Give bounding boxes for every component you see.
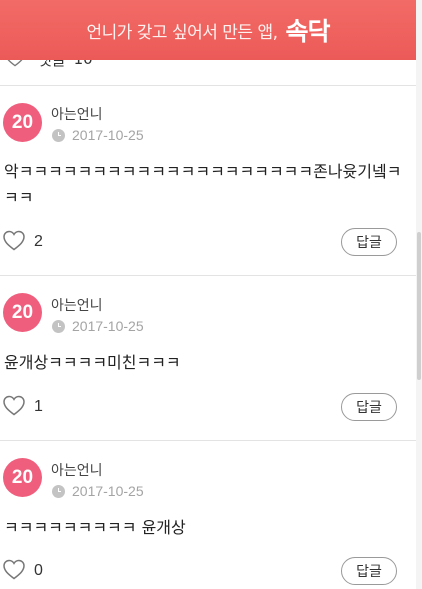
comment-date-row: 2017-10-25 (52, 127, 144, 143)
like-count: 2 (34, 233, 43, 250)
clock-icon (52, 319, 65, 333)
app-banner[interactable]: 언니가 갖고 싶어서 만든 앱, 속닥 (0, 0, 416, 60)
reply-button[interactable]: 답글 (341, 393, 397, 421)
like-button[interactable]: 2 (2, 229, 43, 255)
comment-item: 20 아는언니 2017-10-25 윤개상ㅋㅋㅋㅋ미친ㅋㅋㅋ 1 답글 (0, 276, 416, 440)
clock-icon (52, 484, 65, 498)
clock-icon (52, 128, 65, 142)
like-button[interactable]: 0 (2, 558, 43, 584)
comment-item: 20 아는언니 2017-10-25 악ㅋㅋㅋㅋㅋㅋㅋㅋㅋㅋㅋㅋㅋㅋㅋㅋㅋㅋㅋㅋ… (0, 86, 416, 275)
comment-screen: 언니가 갖고 싶어서 만든 앱, 속닥 댓글 10 20 아는언니 2017-1… (0, 0, 422, 589)
comment-date-row: 2017-10-25 (52, 318, 144, 334)
like-count: 1 (34, 398, 43, 415)
reply-button[interactable]: 답글 (341, 557, 397, 585)
comment-author[interactable]: 아는언니 (51, 460, 103, 480)
avatar[interactable]: 20 (3, 293, 42, 332)
like-count: 0 (34, 562, 43, 579)
comment-date: 2017-10-25 (72, 483, 144, 499)
comment-author[interactable]: 아는언니 (51, 104, 103, 124)
comment-text: 윤개상ㅋㅋㅋㅋ미친ㅋㅋㅋ (4, 353, 181, 372)
banner-brand: 속닥 (285, 17, 331, 46)
comment-author[interactable]: 아는언니 (51, 295, 103, 315)
reply-button[interactable]: 답글 (341, 228, 397, 256)
comment-text: 악ㅋㅋㅋㅋㅋㅋㅋㅋㅋㅋㅋㅋㅋㅋㅋㅋㅋㅋㅋㅋ존나윳기넼ㅋㅋㅋ (4, 162, 402, 207)
banner-tagline: 언니가 갖고 싶어서 만든 앱, (86, 22, 278, 43)
comment-text: ㅋㅋㅋㅋㅋㅋㅋㅋㅋ 윤개상 (4, 518, 186, 537)
comment-item: 20 아는언니 2017-10-25 ㅋㅋㅋㅋㅋㅋㅋㅋㅋ 윤개상 0 답글 (0, 441, 416, 589)
heart-outline-icon[interactable] (2, 558, 26, 584)
comment-date: 2017-10-25 (72, 318, 144, 334)
avatar[interactable]: 20 (3, 458, 42, 497)
scrollbar-thumb[interactable] (417, 232, 421, 380)
avatar[interactable]: 20 (3, 103, 42, 142)
comment-date-row: 2017-10-25 (52, 483, 144, 499)
comment-date: 2017-10-25 (72, 127, 144, 143)
like-button[interactable]: 1 (2, 394, 43, 420)
scrollbar[interactable] (416, 0, 422, 589)
heart-outline-icon[interactable] (2, 394, 26, 420)
heart-outline-icon[interactable] (2, 229, 26, 255)
